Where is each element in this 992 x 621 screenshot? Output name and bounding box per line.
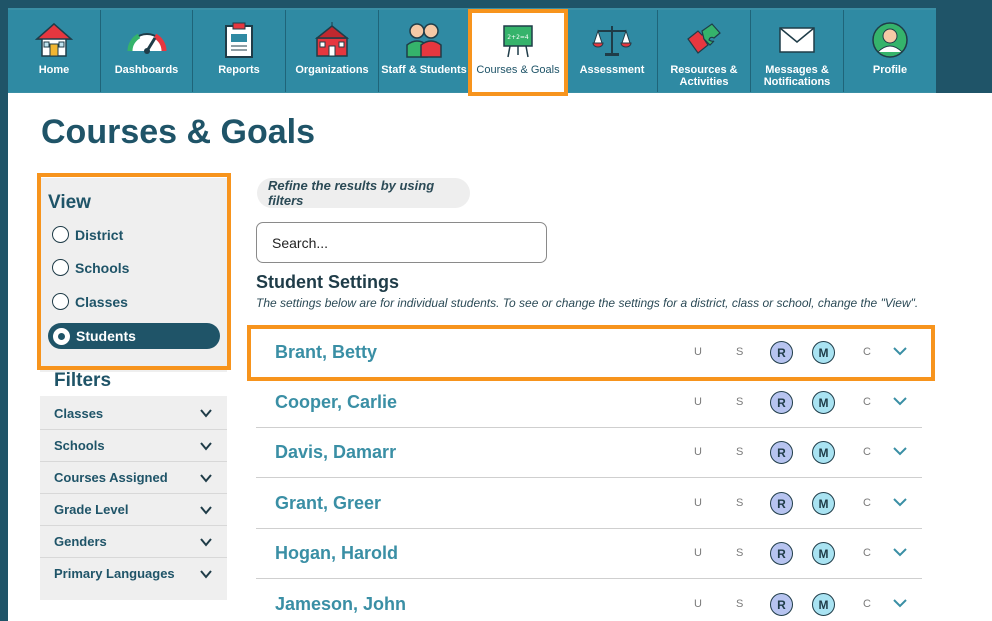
- setting-u[interactable]: U: [694, 547, 702, 559]
- chevron-down-icon: [200, 537, 212, 547]
- people-icon: [404, 20, 444, 60]
- setting-r-badge[interactable]: R: [770, 391, 793, 414]
- filter-genders-label: Genders: [54, 534, 107, 549]
- nav-reports[interactable]: Reports: [193, 10, 286, 92]
- nav-profile[interactable]: Profile: [844, 10, 936, 92]
- setting-c[interactable]: C: [863, 446, 871, 458]
- setting-s[interactable]: S: [736, 497, 743, 509]
- scale-icon: [592, 20, 632, 60]
- student-row[interactable]: Cooper, Carlie U S R M C: [256, 378, 922, 428]
- nav-staff-students-label: Staff & Students: [381, 64, 467, 76]
- chevron-down-icon[interactable]: [892, 444, 908, 458]
- settings-title: Student Settings: [256, 272, 399, 292]
- student-name-link[interactable]: Davis, Damarr: [275, 442, 396, 463]
- student-name-link[interactable]: Hogan, Harold: [275, 543, 398, 564]
- highlight-box-nav: [468, 9, 568, 96]
- clipboard-icon: [224, 20, 254, 60]
- nav-organizations-label: Organizations: [295, 64, 369, 76]
- setting-m-badge[interactable]: M: [812, 391, 835, 414]
- filter-classes[interactable]: Classes: [40, 397, 227, 429]
- refine-filters-hint: Refine the results by using filters: [257, 178, 470, 208]
- chevron-down-icon[interactable]: [892, 596, 908, 610]
- highlight-box-view: [37, 173, 231, 370]
- filter-classes-label: Classes: [54, 405, 104, 421]
- setting-m-badge[interactable]: M: [812, 542, 835, 565]
- nav-right-strip: [936, 0, 992, 93]
- setting-r-badge[interactable]: R: [770, 593, 793, 616]
- filter-schools[interactable]: Schools: [40, 429, 227, 461]
- student-name-link[interactable]: Grant, Greer: [275, 493, 381, 514]
- home-icon: [35, 20, 73, 60]
- setting-s[interactable]: S: [736, 446, 743, 458]
- nav-home[interactable]: Home: [8, 10, 101, 92]
- nav-assessment[interactable]: Assessment: [567, 10, 658, 92]
- student-row[interactable]: Jameson, John U S R M C: [256, 580, 922, 621]
- student-row[interactable]: Davis, Damarr U S R M C: [256, 428, 922, 478]
- setting-r-badge[interactable]: R: [770, 492, 793, 515]
- setting-u[interactable]: U: [694, 446, 702, 458]
- filter-courses-assigned-label: Courses Assigned: [54, 470, 168, 485]
- chevron-down-icon[interactable]: [892, 495, 908, 509]
- setting-m-badge[interactable]: M: [812, 441, 835, 464]
- filter-grade-level-label: Grade Level: [54, 502, 129, 517]
- setting-c[interactable]: C: [863, 547, 871, 559]
- filter-grade-level[interactable]: Grade Level: [40, 493, 227, 525]
- filter-primary-languages[interactable]: Primary Languages: [40, 557, 227, 589]
- student-name-link[interactable]: Jameson, John: [275, 594, 406, 615]
- nav-messages-notifications[interactable]: Messages & Notifications: [751, 10, 844, 92]
- setting-u[interactable]: U: [694, 497, 702, 509]
- chevron-down-icon: [200, 473, 212, 483]
- filter-schools-label: Schools: [54, 438, 105, 453]
- chevron-down-icon[interactable]: [892, 545, 908, 559]
- setting-u[interactable]: U: [694, 598, 702, 610]
- student-row[interactable]: Hogan, Harold U S R M C: [256, 529, 922, 579]
- setting-c[interactable]: C: [863, 598, 871, 610]
- nav-messages-notifications-label: Messages & Notifications: [763, 64, 831, 88]
- highlight-box-row: [247, 325, 935, 381]
- setting-m-badge[interactable]: M: [812, 593, 835, 616]
- setting-c[interactable]: C: [863, 497, 871, 509]
- chevron-down-icon: [200, 505, 212, 515]
- nav-dashboards[interactable]: Dashboards: [101, 10, 193, 92]
- filter-primary-languages-label: Primary Languages: [54, 566, 175, 581]
- filter-genders[interactable]: Genders: [40, 525, 227, 557]
- setting-c[interactable]: C: [863, 396, 871, 408]
- nav-reports-label: Reports: [218, 64, 260, 76]
- setting-r-badge[interactable]: R: [770, 441, 793, 464]
- nav-organizations[interactable]: Organizations: [286, 10, 379, 92]
- nav-resources-activities[interactable]: Resources & Activities: [658, 10, 751, 92]
- student-name-link[interactable]: Cooper, Carlie: [275, 392, 397, 413]
- left-edge-strip: [0, 0, 8, 621]
- setting-u[interactable]: U: [694, 396, 702, 408]
- user-icon: [871, 20, 909, 60]
- setting-r-badge[interactable]: R: [770, 542, 793, 565]
- nav-assessment-label: Assessment: [579, 64, 645, 76]
- nav-staff-students[interactable]: Staff & Students: [379, 10, 470, 92]
- filters-title: Filters: [54, 370, 112, 391]
- envelope-icon: [778, 20, 816, 60]
- settings-description: The settings below are for individual st…: [256, 296, 919, 310]
- setting-s[interactable]: S: [736, 396, 743, 408]
- nav-top-strip: [8, 0, 992, 8]
- chevron-down-icon: [200, 569, 212, 579]
- chevron-down-icon: [200, 409, 212, 418]
- setting-s[interactable]: S: [736, 598, 743, 610]
- puzzle-icon: [684, 20, 724, 60]
- search-input[interactable]: [256, 222, 547, 263]
- nav-resources-activities-label: Resources & Activities: [670, 64, 738, 88]
- setting-m-badge[interactable]: M: [812, 492, 835, 515]
- setting-s[interactable]: S: [736, 547, 743, 559]
- chevron-down-icon: [200, 441, 212, 451]
- page-title: Courses & Goals: [41, 113, 315, 151]
- nav-dashboards-label: Dashboards: [114, 64, 179, 76]
- student-row[interactable]: Grant, Greer U S R M C: [256, 479, 922, 529]
- nav-profile-label: Profile: [872, 64, 908, 76]
- nav-home-label: Home: [38, 64, 70, 76]
- chevron-down-icon[interactable]: [892, 394, 908, 408]
- gauge-icon: [127, 20, 167, 60]
- filter-courses-assigned[interactable]: Courses Assigned: [40, 461, 227, 493]
- school-building-icon: [313, 20, 351, 60]
